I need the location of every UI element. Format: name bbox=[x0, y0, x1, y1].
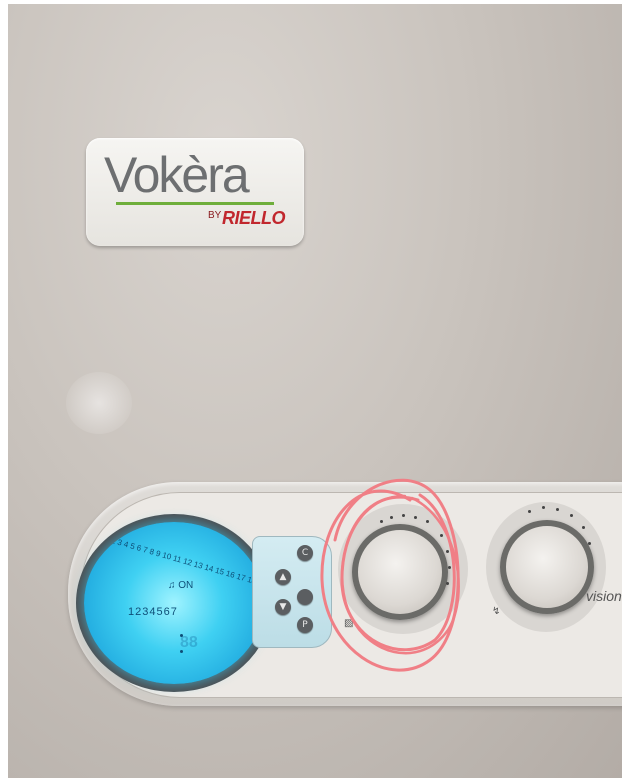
boiler-photo: Vokèra BY RIELLO 1 2 3 4 5 6 7 8 9 10 11… bbox=[0, 0, 626, 782]
annotation-scribble bbox=[320, 478, 460, 672]
